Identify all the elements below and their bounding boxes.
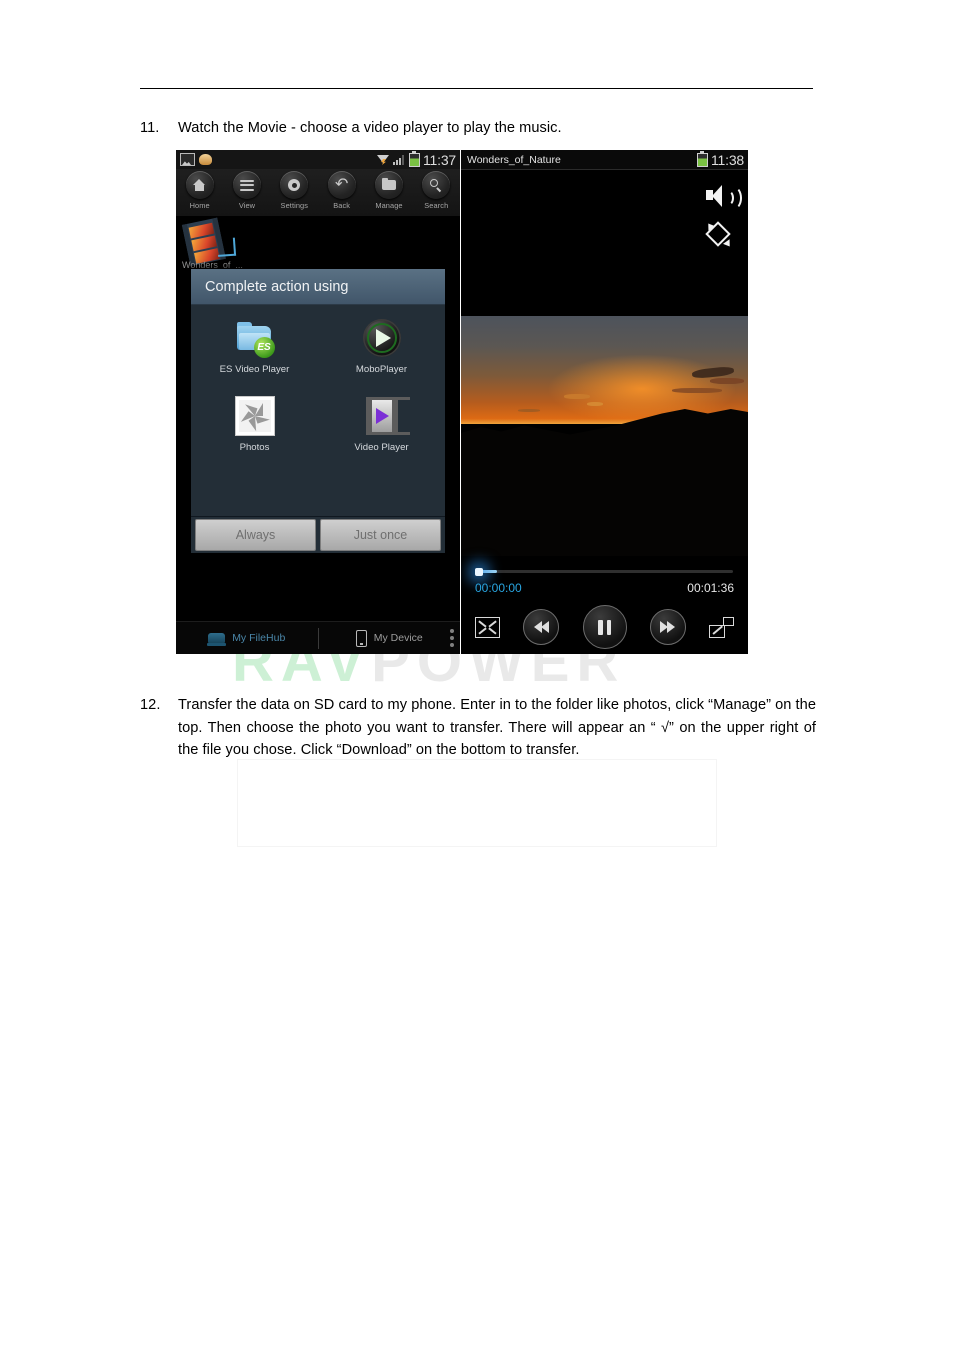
video-controls: 00:00:00 00:01:36 bbox=[461, 556, 748, 654]
tab-label-my-filehub: My FileHub bbox=[232, 632, 286, 644]
pause-button[interactable] bbox=[582, 605, 627, 649]
seek-bar[interactable] bbox=[475, 567, 733, 576]
download-icon bbox=[199, 154, 212, 165]
empty-placeholder-box bbox=[237, 759, 717, 847]
video-player-icon bbox=[363, 397, 410, 435]
video-cloud bbox=[518, 409, 541, 412]
header-rule bbox=[140, 88, 813, 89]
search-icon bbox=[422, 171, 451, 199]
bottom-tab-bar: My FileHub My Device bbox=[176, 621, 460, 654]
video-cloud bbox=[710, 378, 744, 384]
toolbar-label-home: Home bbox=[189, 201, 210, 210]
gear-icon bbox=[280, 171, 309, 199]
volume-icon[interactable] bbox=[706, 185, 742, 210]
video-top-bar bbox=[461, 169, 748, 223]
video-cloud bbox=[564, 394, 591, 399]
list-icon bbox=[232, 171, 261, 199]
rewind-button[interactable] bbox=[523, 609, 560, 645]
dialog-buttons: Always Just once bbox=[191, 517, 445, 553]
right-phone-screenshot: Wonders_of_Nature 11:38 00:00:00 00:01:3… bbox=[461, 150, 748, 654]
photos-icon bbox=[235, 397, 274, 435]
video-cloud bbox=[672, 388, 722, 393]
battery-icon bbox=[697, 150, 708, 167]
step-11-paragraph: 11. Watch the Movie - choose a video pla… bbox=[140, 117, 820, 140]
wifi-icon bbox=[377, 154, 390, 165]
left-phone-screenshot: 11:37 Home View Settings ↷ Back Manage S… bbox=[176, 150, 460, 654]
dialog-app-grid: ES ES Video Player MoboPlayer Photos Vid… bbox=[191, 305, 445, 517]
toolbar-label-back: Back bbox=[333, 201, 351, 210]
dialog-title: Complete action using bbox=[191, 269, 445, 305]
video-cloud bbox=[587, 402, 604, 406]
filehub-toolbar: Home View Settings ↷ Back Manage Search bbox=[176, 169, 460, 216]
seek-knob[interactable] bbox=[475, 567, 483, 576]
folder-icon bbox=[374, 171, 403, 199]
always-button[interactable]: Always bbox=[195, 519, 316, 551]
dialog-app-photos[interactable]: Photos bbox=[191, 397, 318, 453]
dialog-app-video-player[interactable]: Video Player bbox=[318, 397, 445, 453]
toolbar-label-settings: Settings bbox=[280, 201, 309, 210]
duration-label: 00:01:36 bbox=[687, 581, 734, 595]
tab-my-filehub[interactable]: My FileHub bbox=[176, 622, 318, 654]
video-title: Wonders_of_Nature bbox=[467, 153, 561, 166]
right-status-clock: 11:38 bbox=[711, 151, 744, 168]
gallery-icon bbox=[180, 153, 195, 166]
toolbar-item-view[interactable]: View bbox=[225, 171, 269, 210]
video-near-ridge bbox=[461, 409, 748, 556]
es-video-player-icon: ES bbox=[236, 319, 275, 358]
left-status-indicators: 11:37 bbox=[377, 150, 460, 168]
screen-rotate-icon[interactable] bbox=[705, 221, 733, 249]
left-status-notifications bbox=[176, 153, 212, 166]
toolbar-item-search[interactable]: Search bbox=[414, 171, 458, 210]
popout-icon[interactable] bbox=[709, 616, 734, 638]
dialog-app-label-1: MoboPlayer bbox=[355, 364, 408, 375]
forward-button[interactable] bbox=[649, 609, 686, 645]
toolbar-label-search: Search bbox=[424, 201, 449, 210]
tab-label-my-device: My Device bbox=[373, 632, 423, 644]
step-11-text: Watch the Movie - choose a video player … bbox=[178, 120, 562, 136]
dialog-app-row-1: ES ES Video Player MoboPlayer bbox=[191, 319, 445, 375]
phone-icon bbox=[355, 629, 367, 647]
dialog-app-label-2: Photos bbox=[239, 442, 270, 453]
step-12-paragraph: 12. Transfer the data on SD card to my p… bbox=[140, 694, 816, 762]
just-once-button[interactable]: Just once bbox=[320, 519, 441, 551]
back-arrow-icon: ↷ bbox=[327, 171, 356, 199]
dialog-app-es-video-player[interactable]: ES ES Video Player bbox=[191, 319, 318, 375]
transport-buttons bbox=[461, 604, 748, 650]
battery-icon bbox=[409, 150, 420, 167]
dialog-app-moboplayer[interactable]: MoboPlayer bbox=[318, 319, 445, 375]
toolbar-label-manage: Manage bbox=[375, 201, 403, 210]
left-status-clock: 11:37 bbox=[423, 151, 456, 168]
toolbar-item-settings[interactable]: Settings bbox=[272, 171, 316, 210]
tab-my-device[interactable]: My Device bbox=[319, 622, 461, 654]
expand-icon[interactable] bbox=[475, 616, 500, 638]
dialog-app-label-3: Video Player bbox=[354, 442, 409, 453]
filehub-icon bbox=[207, 633, 227, 646]
left-status-bar: 11:37 bbox=[176, 150, 460, 169]
file-list-item[interactable]: Wonders_of_... bbox=[181, 217, 302, 272]
toolbar-item-manage[interactable]: Manage bbox=[367, 171, 411, 210]
right-status-bar: Wonders_of_Nature 11:38 bbox=[461, 150, 748, 169]
more-vertical-icon[interactable] bbox=[450, 629, 454, 647]
complete-action-dialog: Complete action using ES ES Video Player bbox=[190, 268, 446, 554]
step-12-number: 12. bbox=[140, 697, 161, 713]
moboplayer-icon bbox=[362, 319, 401, 357]
video-surface[interactable] bbox=[461, 316, 748, 556]
signal-icon bbox=[393, 154, 406, 165]
right-status-indicators: 11:38 bbox=[697, 150, 748, 168]
current-time-label: 00:00:00 bbox=[475, 581, 522, 595]
toolbar-item-back[interactable]: ↷ Back bbox=[320, 171, 364, 210]
home-icon bbox=[185, 171, 214, 199]
dialog-app-label-0: ES Video Player bbox=[219, 364, 290, 375]
document-page: 11. Watch the Movie - choose a video pla… bbox=[0, 0, 954, 1351]
step-12-text: Transfer the data on SD card to my phone… bbox=[178, 697, 816, 759]
toolbar-label-view: View bbox=[238, 201, 256, 210]
screenshot-pair: 11:37 Home View Settings ↷ Back Manage S… bbox=[176, 150, 748, 654]
toolbar-item-home[interactable]: Home bbox=[178, 171, 222, 210]
step-11-number: 11. bbox=[140, 120, 160, 136]
dialog-app-row-2: Photos Video Player bbox=[191, 397, 445, 453]
